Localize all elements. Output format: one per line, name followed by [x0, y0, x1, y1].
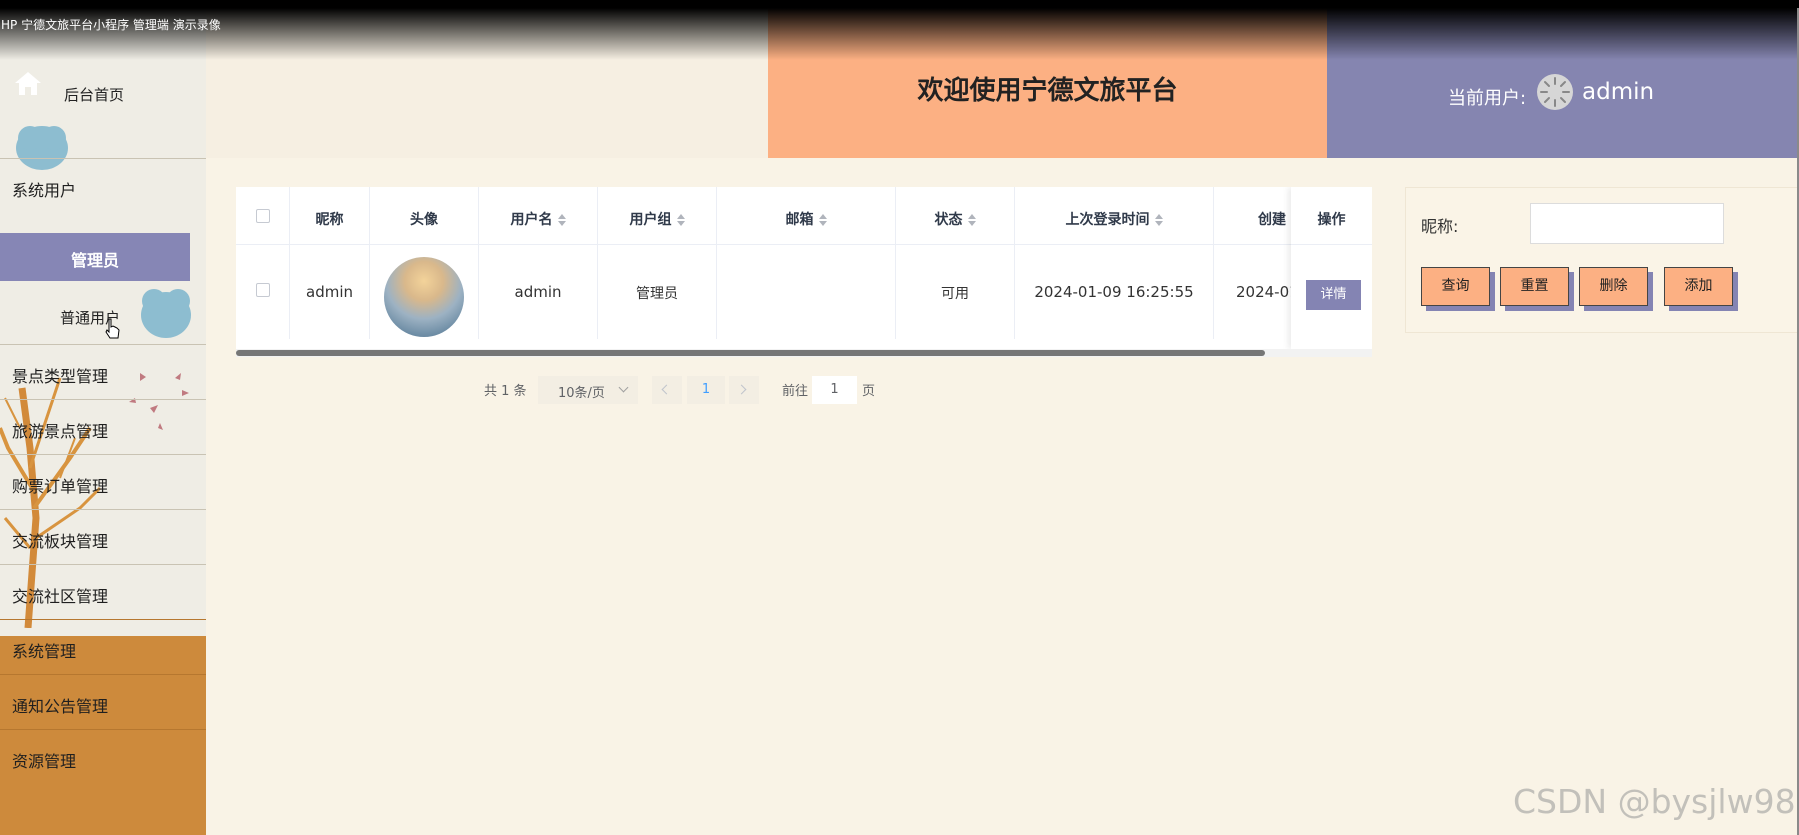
users-table: 昵称 头像 用户名 用户组 邮箱 状态 上次登录时间 创建 admin admi… [236, 187, 1372, 357]
sidebar-group-label: 系统用户 [12, 181, 77, 200]
row-checkbox[interactable] [255, 283, 270, 297]
column-header-username[interactable]: 用户名 [479, 187, 598, 245]
goto-page-input[interactable]: 1 [812, 376, 857, 404]
sort-icon[interactable] [967, 213, 976, 227]
delete-button[interactable]: 删除 [1579, 267, 1648, 306]
current-user-label: 当前用户: [1448, 88, 1527, 109]
next-page-button[interactable] [729, 376, 759, 404]
cloud-decoration-icon [141, 289, 191, 338]
sort-icon[interactable] [557, 213, 566, 227]
cell-username: admin [479, 245, 598, 339]
sidebar-item-system-management[interactable]: 系统管理 [0, 619, 206, 674]
sidebar-item-label: 购票订单管理 [12, 477, 109, 496]
video-top-border [0, 0, 1799, 8]
video-title: HP 宁德文旅平台小程序 管理端 演示录像 [1, 18, 221, 32]
column-header-group[interactable]: 用户组 [598, 187, 717, 245]
column-header-status[interactable]: 状态 [896, 187, 1015, 245]
current-user-name[interactable]: admin [1582, 79, 1654, 105]
sidebar-home-label: 后台首页 [64, 86, 125, 104]
home-icon [15, 72, 41, 95]
sidebar-item-label: 景点类型管理 [12, 367, 109, 386]
cell-last-login: 2024-01-09 16:25:55 [1015, 245, 1214, 339]
cell-group: 管理员 [598, 245, 717, 339]
horizontal-scrollbar-thumb[interactable] [236, 350, 1265, 356]
column-header-label: 创建 [1258, 212, 1286, 228]
avatar [384, 257, 464, 337]
column-header-label: 头像 [410, 212, 438, 228]
loading-spinner-icon [1537, 74, 1573, 110]
sidebar-group-system-users[interactable]: 系统用户 [0, 158, 206, 213]
sidebar-item-scenic-types[interactable]: 景点类型管理 [0, 344, 206, 399]
reset-button[interactable]: 重置 [1500, 267, 1569, 306]
sidebar-item-label: 交流社区管理 [12, 587, 109, 606]
sort-icon[interactable] [1154, 213, 1163, 227]
cell-email [717, 245, 896, 339]
goto-label: 前往 [782, 384, 809, 399]
detail-button[interactable]: 详情 [1306, 280, 1361, 310]
pagination-total: 共 1 条 [484, 384, 527, 399]
page-number-current[interactable]: 1 [687, 376, 725, 404]
sidebar-item-resources[interactable]: 资源管理 [0, 729, 206, 784]
sidebar-home[interactable]: 后台首页 [0, 64, 206, 104]
sort-icon[interactable] [818, 213, 827, 227]
column-header-label: 用户名 [510, 212, 553, 228]
nickname-search-input[interactable] [1530, 203, 1724, 244]
column-header-last-login[interactable]: 上次登录时间 [1015, 187, 1214, 245]
column-header-label: 昵称 [315, 212, 344, 228]
sidebar-item-label: 管理员 [70, 251, 119, 270]
prev-page-button[interactable] [652, 376, 682, 404]
column-header-label: 上次登录时间 [1065, 212, 1150, 228]
column-header-email[interactable]: 邮箱 [717, 187, 896, 245]
sidebar-item-label: 交流板块管理 [12, 532, 109, 551]
add-button[interactable]: 添加 [1664, 267, 1733, 306]
sidebar-item-label: 旅游景点管理 [12, 422, 109, 441]
select-all-checkbox[interactable] [255, 209, 270, 223]
cell-status: 可用 [896, 245, 1015, 339]
sidebar-item-label: 系统管理 [12, 642, 77, 661]
query-button[interactable]: 查询 [1421, 267, 1490, 306]
row-checkbox-cell [236, 245, 290, 339]
page-size-select[interactable]: 10条/页 [538, 376, 638, 404]
column-header-avatar: 头像 [370, 187, 479, 245]
sidebar-item-label: 通知公告管理 [12, 697, 109, 716]
goto-unit-label: 页 [862, 384, 876, 399]
sidebar-item-ticket-orders[interactable]: 购票订单管理 [0, 454, 206, 509]
watermark: CSDN @bysjlw985 [1513, 782, 1799, 821]
column-header-nickname: 昵称 [290, 187, 370, 245]
sidebar-item-label: 资源管理 [12, 752, 77, 771]
sidebar-item-scenic-spots[interactable]: 旅游景点管理 [0, 399, 206, 454]
sidebar-item-admin[interactable]: 管理员 [0, 233, 190, 281]
hand-cursor-icon [105, 318, 120, 339]
sidebar-item-community[interactable]: 交流社区管理 [0, 564, 206, 619]
page-size-value: 10条/页 [558, 386, 605, 401]
operation-column: 操作 详情 [1291, 187, 1372, 349]
sidebar-item-notices[interactable]: 通知公告管理 [0, 674, 206, 729]
column-header-label: 状态 [934, 212, 963, 228]
nickname-label: 昵称: [1421, 217, 1459, 236]
page: HP 宁德文旅平台小程序 管理端 演示录像 后台首页 系统用户 管理员 普通用户… [0, 0, 1799, 835]
page-title: 欢迎使用宁德文旅平台 [917, 76, 1178, 106]
column-header-label: 邮箱 [785, 212, 814, 228]
column-header-label: 用户组 [629, 212, 672, 228]
sort-icon[interactable] [676, 213, 685, 227]
chevron-down-icon [618, 382, 629, 393]
sidebar-item-forum-sections[interactable]: 交流板块管理 [0, 509, 206, 564]
column-header-operation: 操作 [1291, 187, 1372, 245]
cell-nickname: admin [290, 245, 370, 339]
sidebar: 后台首页 系统用户 管理员 普通用户 景点类型管理 旅游景点管理 购票订单管理 [0, 8, 206, 835]
select-all-checkbox-cell [236, 187, 290, 245]
